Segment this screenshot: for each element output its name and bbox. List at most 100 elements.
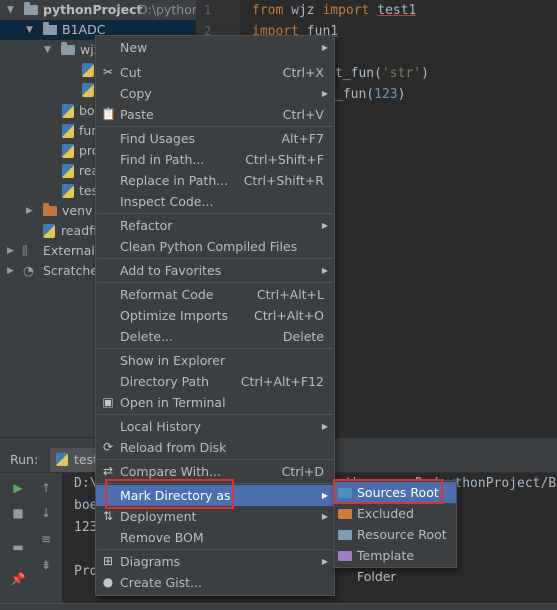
- resource-folder-icon: [338, 530, 352, 540]
- folder-icon: [43, 203, 57, 216]
- menu-item-shortcut: Ctrl+D: [281, 464, 324, 479]
- submenu-arrow-icon: ▶: [321, 266, 328, 275]
- menu-item-copy[interactable]: Copy ▶: [96, 83, 334, 104]
- menu-item-label: Add to Favorites: [120, 263, 222, 278]
- python-file-icon: [82, 83, 94, 97]
- layout-icon[interactable]: ▬: [10, 539, 26, 555]
- menu-item-deployment[interactable]: ⇅ Deployment ▶: [96, 506, 334, 527]
- arrow-up-icon[interactable]: ↑: [38, 480, 54, 496]
- menu-item-shortcut: Ctrl+Alt+O: [254, 308, 324, 323]
- menu-item-label: Refactor: [120, 218, 173, 233]
- submenu-item-template-folder[interactable]: Template Folder: [334, 545, 456, 584]
- excluded-folder-icon: [338, 509, 352, 519]
- terminal-icon: ▣: [102, 395, 114, 409]
- chevron-right-icon[interactable]: ▶: [7, 261, 17, 281]
- submenu-arrow-icon: ▶: [321, 557, 328, 566]
- menu-item-create-gist[interactable]: ● Create Gist...: [96, 572, 334, 593]
- menu-item-remove-bom[interactable]: Remove BOM: [96, 527, 334, 548]
- annotation-box-mark-directory: [105, 479, 234, 509]
- chevron-right-icon[interactable]: ▶: [7, 241, 17, 261]
- submenu-arrow-icon: ▶: [321, 43, 328, 52]
- menu-item-refactor[interactable]: Refactor ▶: [96, 215, 334, 236]
- soft-wrap-icon[interactable]: ≡: [38, 531, 54, 547]
- stop-icon[interactable]: ■: [10, 505, 26, 521]
- menu-item-shortcut: Ctrl+Alt+L: [256, 287, 324, 302]
- identifier: test1: [377, 3, 417, 18]
- menu-item-add-favorites[interactable]: Add to Favorites ▶: [96, 260, 334, 281]
- console-line: boe: [74, 498, 98, 513]
- menu-item-shortcut: Alt+F7: [281, 131, 324, 146]
- console-line: 123: [74, 520, 98, 535]
- menu-separator: [97, 213, 333, 214]
- menu-item-label: Optimize Imports: [120, 308, 229, 323]
- menu-item-label: Create Gist...: [120, 575, 203, 590]
- menu-separator: [97, 258, 333, 259]
- module-name: wjz: [291, 3, 315, 18]
- menu-item-local-history[interactable]: Local History ▶: [96, 416, 334, 437]
- library-icon: ⫼: [22, 243, 28, 258]
- diagram-icon: ⊞: [102, 554, 114, 568]
- python-file-icon: [62, 184, 74, 198]
- menu-item-shortcut: Delete: [282, 329, 324, 344]
- folder-icon: [61, 42, 75, 55]
- menu-item-optimize-imports[interactable]: Optimize Imports Ctrl+Alt+O: [96, 305, 334, 326]
- menu-item-shortcut: Ctrl+Shift+F: [245, 152, 324, 167]
- run-label: Run:: [10, 452, 39, 467]
- menu-item-label: Reformat Code: [120, 287, 214, 302]
- folder-icon: [24, 2, 38, 15]
- menu-item-directory-path[interactable]: Directory Path Ctrl+Alt+F12: [96, 371, 334, 392]
- menu-item-label: Delete...: [120, 329, 173, 344]
- submenu-item-label: Resource Root: [357, 527, 447, 542]
- menu-item-paste[interactable]: 📋 Paste Ctrl+V: [96, 104, 334, 125]
- scroll-to-end-icon[interactable]: ⇟: [38, 557, 54, 573]
- submenu-arrow-icon: ▶: [321, 221, 328, 230]
- chevron-down-icon[interactable]: ▼: [44, 40, 54, 60]
- menu-item-delete[interactable]: Delete... Delete: [96, 326, 334, 347]
- menu-separator: [97, 348, 333, 349]
- clipboard-icon: 📋: [101, 107, 116, 121]
- submenu-item-resource-root[interactable]: Resource Root: [334, 524, 456, 545]
- menu-item-reload-disk[interactable]: ⟳ Reload from Disk: [96, 437, 334, 458]
- menu-item-label: Clean Python Compiled Files: [120, 239, 298, 254]
- menu-item-label: Directory Path: [120, 374, 210, 389]
- console-text: D:\: [74, 476, 98, 491]
- menu-item-new[interactable]: New ▶: [96, 37, 334, 58]
- menu-item-inspect-code[interactable]: Inspect Code...: [96, 191, 334, 212]
- python-file-icon: [82, 63, 94, 77]
- keyword: import: [322, 3, 370, 18]
- menu-item-diagrams[interactable]: ⊞ Diagrams ▶: [96, 551, 334, 572]
- pin-icon[interactable]: 📌: [10, 571, 26, 587]
- submenu-arrow-icon: ▶: [321, 89, 328, 98]
- menu-item-label: Open in Terminal: [120, 395, 226, 410]
- menu-item-shortcut: Ctrl+Alt+F12: [240, 374, 324, 389]
- menu-item-clean-compiled[interactable]: Clean Python Compiled Files: [96, 236, 334, 257]
- menu-item-label: Find in Path...: [120, 152, 205, 167]
- menu-item-label: Cut: [120, 65, 142, 80]
- menu-item-reformat-code[interactable]: Reformat Code Ctrl+Alt+L: [96, 284, 334, 305]
- menu-item-replace-in-path[interactable]: Replace in Path... Ctrl+Shift+R: [96, 170, 334, 191]
- github-icon: ●: [102, 575, 114, 589]
- menu-item-label: Reload from Disk: [120, 440, 227, 455]
- python-file-icon: [62, 164, 74, 178]
- chevron-down-icon[interactable]: ▼: [26, 20, 36, 40]
- menu-item-shortcut: Ctrl+X: [282, 65, 324, 80]
- menu-item-find-usages[interactable]: Find Usages Alt+F7: [96, 128, 334, 149]
- chevron-down-icon[interactable]: ▼: [7, 0, 17, 20]
- code-line: _fun(123): [335, 84, 405, 105]
- python-file-icon: [62, 144, 74, 158]
- function-call: t_fun(: [335, 66, 382, 81]
- menu-item-label: Remove BOM: [120, 530, 204, 545]
- python-file-icon: [43, 224, 55, 238]
- menu-item-cut[interactable]: ✂ Cut Ctrl+X: [96, 62, 334, 83]
- menu-item-find-in-path[interactable]: Find in Path... Ctrl+Shift+F: [96, 149, 334, 170]
- menu-item-show-in-explorer[interactable]: Show in Explorer: [96, 350, 334, 371]
- run-icon[interactable]: ▶: [10, 480, 26, 496]
- context-menu: New ▶ ✂ Cut Ctrl+X Copy ▶ 📋 Paste Ctrl+V Find …: [95, 35, 335, 596]
- menu-item-label: Copy: [120, 86, 152, 101]
- number-literal: 123: [374, 87, 398, 102]
- menu-item-open-terminal[interactable]: ▣ Open in Terminal: [96, 392, 334, 413]
- submenu-item-excluded[interactable]: Excluded: [334, 503, 456, 524]
- menu-separator: [97, 126, 333, 127]
- arrow-down-icon[interactable]: ↓: [38, 505, 54, 521]
- chevron-right-icon[interactable]: ▶: [26, 201, 36, 221]
